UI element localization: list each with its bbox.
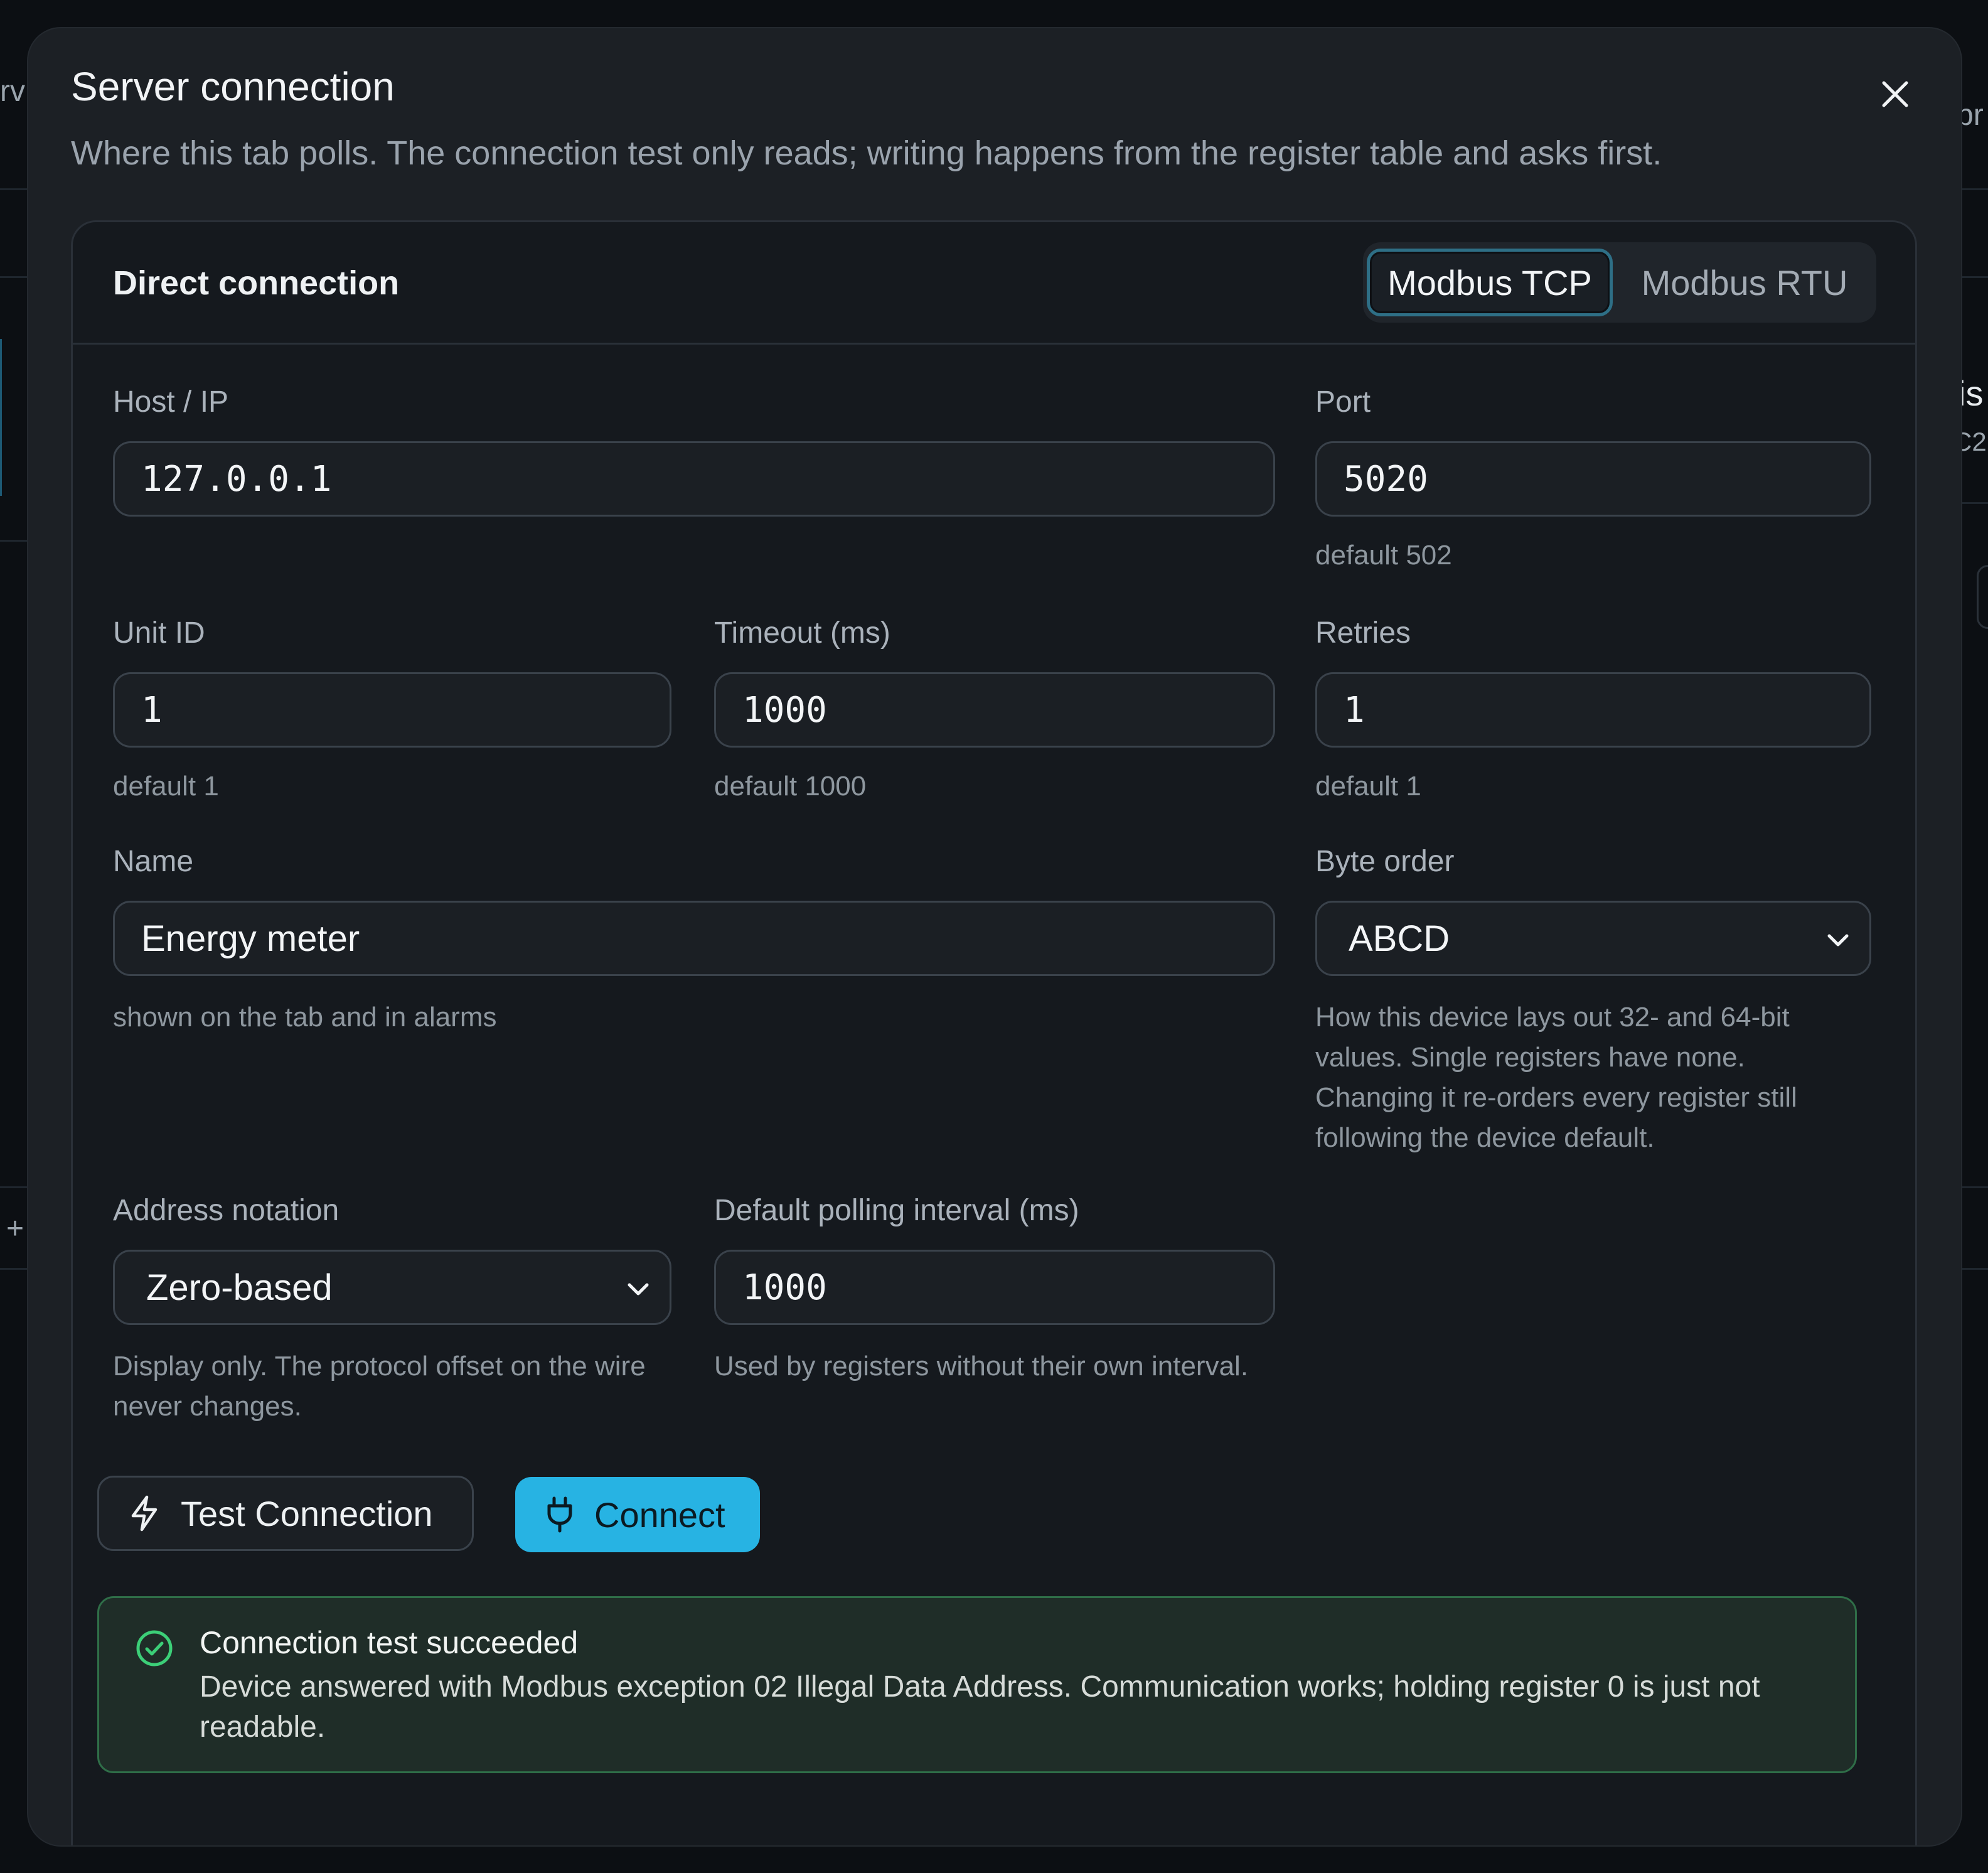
unit-id-label: Unit ID	[113, 616, 205, 650]
timeout-input[interactable]: 1000	[714, 672, 1275, 748]
background-text: is	[1958, 373, 1984, 413]
byte-order-label: Byte order	[1315, 845, 1455, 878]
byte-order-hint: How this device lays out 32- and 64-bit …	[1315, 1002, 1797, 1153]
connection-test-result: Connection test succeeded Device answere…	[97, 1596, 1857, 1773]
host-input[interactable]: 127.0.0.1	[113, 441, 1275, 517]
check-circle-icon	[136, 1630, 173, 1666]
background-text: rv	[0, 75, 25, 108]
background-divider	[0, 276, 28, 278]
background-button	[1977, 565, 1988, 629]
polling-interval-label: Default polling interval (ms)	[714, 1194, 1079, 1227]
background-divider	[1961, 188, 1988, 190]
port-label: Port	[1315, 385, 1371, 419]
address-notation-select[interactable]: Zero-based	[113, 1250, 671, 1325]
chevron-down-icon	[1827, 934, 1849, 947]
protocol-toggle: Modbus TCP Modbus RTU	[1363, 242, 1876, 323]
test-connection-button[interactable]: Test Connection	[97, 1476, 474, 1551]
timeout-hint: default 1000	[714, 771, 867, 802]
polling-interval-hint: Used by registers without their own inte…	[714, 1351, 1249, 1382]
retries-input[interactable]: 1	[1315, 672, 1871, 748]
dialog-subtitle: Where this tab polls. The connection tes…	[71, 134, 1662, 172]
panel-title: Direct connection	[113, 264, 400, 302]
background-divider	[0, 1268, 28, 1270]
address-notation-label: Address notation	[113, 1194, 339, 1227]
chevron-down-icon	[628, 1283, 649, 1296]
address-notation-hint: Display only. The protocol offset on the…	[113, 1351, 646, 1422]
name-input[interactable]: Energy meter	[113, 901, 1275, 976]
retries-hint: default 1	[1315, 771, 1421, 802]
name-label: Name	[113, 845, 194, 878]
byte-order-value: ABCD	[1349, 918, 1450, 959]
byte-order-select[interactable]: ABCD	[1315, 901, 1871, 976]
polling-interval-input[interactable]: 1000	[714, 1250, 1275, 1325]
background-divider	[1961, 276, 1988, 278]
background-divider	[1961, 1268, 1988, 1270]
lightning-icon	[131, 1495, 158, 1532]
result-title: Connection test succeeded	[200, 1625, 579, 1660]
unit-id-input[interactable]: 1	[113, 672, 671, 748]
background-divider	[1961, 502, 1988, 504]
background-divider	[0, 540, 28, 542]
connect-button[interactable]: Connect	[515, 1477, 760, 1552]
plug-icon	[547, 1496, 572, 1533]
unit-id-hint: default 1	[113, 771, 219, 802]
background-selection	[0, 339, 2, 496]
port-input[interactable]: 5020	[1315, 441, 1871, 517]
close-button[interactable]	[1867, 66, 1923, 122]
host-label: Host / IP	[113, 385, 229, 419]
result-message: Device answered with Modbus exception 02…	[200, 1670, 1760, 1744]
address-notation-value: Zero-based	[146, 1267, 333, 1308]
dialog-title: Server connection	[71, 64, 395, 109]
panel-header: Direct connection Modbus TCP Modbus RTU	[73, 222, 1915, 345]
retries-label: Retries	[1315, 616, 1411, 650]
protocol-modbus-rtu-button[interactable]: Modbus RTU	[1620, 249, 1869, 316]
background-text: +	[6, 1212, 24, 1245]
timeout-label: Timeout (ms)	[714, 616, 890, 650]
protocol-modbus-tcp-button[interactable]: Modbus TCP	[1367, 249, 1613, 316]
test-connection-label: Test Connection	[181, 1493, 433, 1533]
background-divider	[0, 188, 28, 190]
server-connection-dialog: Server connection Where this tab polls. …	[28, 28, 1961, 1845]
name-hint: shown on the tab and in alarms	[113, 1002, 497, 1033]
port-hint: default 502	[1315, 540, 1452, 571]
background-divider	[1961, 1186, 1988, 1188]
close-icon	[1882, 81, 1908, 107]
background-divider	[0, 1186, 28, 1188]
connect-label: Connect	[594, 1495, 725, 1535]
